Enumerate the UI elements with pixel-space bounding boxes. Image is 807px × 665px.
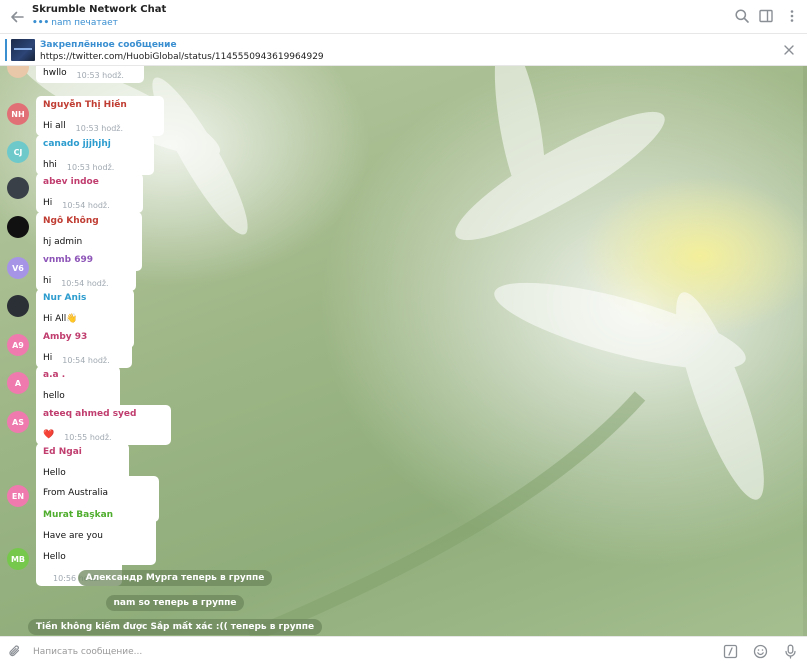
message-time: 10:55 hodž.: [64, 433, 112, 442]
close-icon[interactable]: [783, 44, 795, 56]
sender-name[interactable]: abev indoe: [43, 177, 136, 187]
avatar[interactable]: [7, 295, 29, 317]
message-line: Hi 10:54 hodž.: [43, 345, 125, 365]
typing-status-text: nam печатает: [51, 18, 118, 28]
pinned-thumbnail: [11, 39, 35, 61]
back-arrow-icon[interactable]: [8, 8, 26, 26]
avatar[interactable]: A9: [7, 334, 29, 356]
message-bubble[interactable]: ateeq ahmed syed ❤️ 10:55 hodž.: [36, 405, 171, 445]
avatar-initials: CJ: [13, 147, 23, 157]
sender-name[interactable]: Nguyễn Thị Hiền: [43, 100, 157, 110]
message-text: Hi: [43, 198, 53, 208]
service-message: nam so теперь в группе: [0, 590, 350, 611]
avatar-initials: MB: [10, 554, 26, 564]
avatar-initials: A: [14, 378, 22, 388]
avatar[interactable]: V6: [7, 257, 29, 279]
message-text: Hi All👋: [43, 314, 78, 324]
avatar[interactable]: EN: [7, 485, 29, 507]
message-bubble[interactable]: canado jjjhjhj hhi 10:53 hodž.: [36, 135, 154, 175]
pinned-accent-bar: [5, 39, 7, 61]
paperclip-icon[interactable]: [8, 644, 22, 659]
bot-commands-icon[interactable]: [723, 644, 738, 659]
sender-name[interactable]: Murat Başkan: [43, 510, 149, 520]
more-vertical-icon[interactable]: [784, 8, 800, 24]
service-message-text: Александр Мурга теперь в группе: [77, 570, 273, 586]
sender-name[interactable]: Ngô Không: [43, 216, 135, 226]
message-bubble[interactable]: Nguyễn Thị Hiền Hi all 10:53 hodž.: [36, 96, 164, 136]
avatar[interactable]: [7, 216, 29, 238]
sidebar-toggle-icon[interactable]: [758, 8, 774, 24]
message-line: hi 10:54 hodž.: [43, 268, 129, 288]
message-text: hi: [43, 276, 52, 286]
service-message-text: nam so теперь в группе: [105, 595, 245, 611]
message-text: hhi: [43, 160, 57, 170]
message-bubble[interactable]: abev indoe Hi 10:54 hodž.: [36, 173, 143, 213]
microphone-icon[interactable]: [783, 644, 798, 659]
avatar-initials: NH: [11, 109, 25, 119]
search-icon[interactable]: [734, 8, 750, 24]
message-text: hello: [43, 391, 65, 401]
message-bubble[interactable]: hwllo 10:53 hodž.: [36, 66, 144, 83]
message-text: ❤️: [43, 430, 55, 440]
message-time: 10:53 hodž.: [75, 124, 124, 133]
sender-name[interactable]: Amby 93: [43, 332, 125, 342]
message-line: hhi 10:53 hodž.: [43, 152, 147, 172]
chat-header: Skrumble Network Chat ••• nam печатает: [0, 0, 807, 34]
avatar-initials: A9: [12, 340, 24, 350]
message-line: Hi all 10:53 hodž.: [43, 113, 157, 133]
message-line: Hi 10:54 hodž.: [43, 190, 136, 210]
message-text: hwllo: [43, 68, 67, 78]
message-line: hwllo 10:53 hodž.: [43, 66, 137, 80]
sender-name[interactable]: vnmb 699: [43, 255, 129, 265]
sender-name[interactable]: Ed Ngai: [43, 447, 122, 457]
pinned-message-bar[interactable]: Закреплённое сообщение https://twitter.c…: [0, 35, 807, 66]
chat-title[interactable]: Skrumble Network Chat: [32, 4, 166, 15]
sender-name[interactable]: canado jjjhjhj: [43, 139, 147, 149]
message-bubble[interactable]: Amby 93 Hi 10:54 hodž.: [36, 328, 132, 368]
message-time: 10:54 hodž.: [61, 279, 109, 288]
message-time: 10:53 hodž.: [76, 71, 124, 80]
avatar[interactable]: [7, 177, 29, 199]
message-time: 10:54 hodž.: [62, 356, 110, 365]
avatar[interactable]: NH: [7, 103, 29, 125]
avatar-initials: V6: [12, 263, 24, 273]
emoji-icon[interactable]: [753, 644, 768, 659]
message-list[interactable]: hwllo 10:53 hodž. NH Nguyễn Thị Hiền Hi all 1…: [0, 66, 807, 636]
message-text: hj admin: [43, 237, 83, 247]
service-message: Александр Мурга теперь в группе: [0, 565, 350, 586]
service-message: Tiền không kiếm được Sắp mất xác :(( теп…: [0, 614, 350, 635]
sender-name[interactable]: Nur Anis: [43, 293, 127, 303]
pinned-text: https://twitter.com/HuobiGlobal/status/1…: [40, 52, 324, 62]
sender-name[interactable]: ateeq ahmed syed: [43, 409, 164, 419]
pinned-title: Закреплённое сообщение: [40, 40, 177, 50]
message-line: ❤️ 10:55 hodž.: [43, 422, 164, 442]
avatar-initials: AS: [12, 417, 24, 427]
scrollbar[interactable]: [803, 66, 807, 636]
message-time: 10:53 hodž.: [66, 163, 115, 172]
message-bubble[interactable]: vnmb 699 hi 10:54 hodž.: [36, 251, 136, 291]
typing-status: ••• nam печатает: [32, 18, 118, 28]
message-text: Hi all: [43, 121, 66, 131]
avatar[interactable]: AS: [7, 411, 29, 433]
message-input[interactable]: [33, 644, 633, 660]
message-time: 10:54 hodž.: [62, 201, 110, 210]
avatar-initials: EN: [11, 491, 25, 501]
avatar[interactable]: CJ: [7, 141, 29, 163]
message-text: Hi: [43, 353, 53, 363]
typing-dots-icon: •••: [32, 18, 50, 28]
sender-name[interactable]: a.a .: [43, 370, 113, 380]
message-composer: [0, 636, 807, 665]
service-message-text: Tiền không kiếm được Sắp mất xác :(( теп…: [27, 619, 323, 635]
message-text: Hello: [43, 552, 66, 562]
avatar[interactable]: A: [7, 372, 29, 394]
message-text: From Australia: [43, 488, 108, 498]
